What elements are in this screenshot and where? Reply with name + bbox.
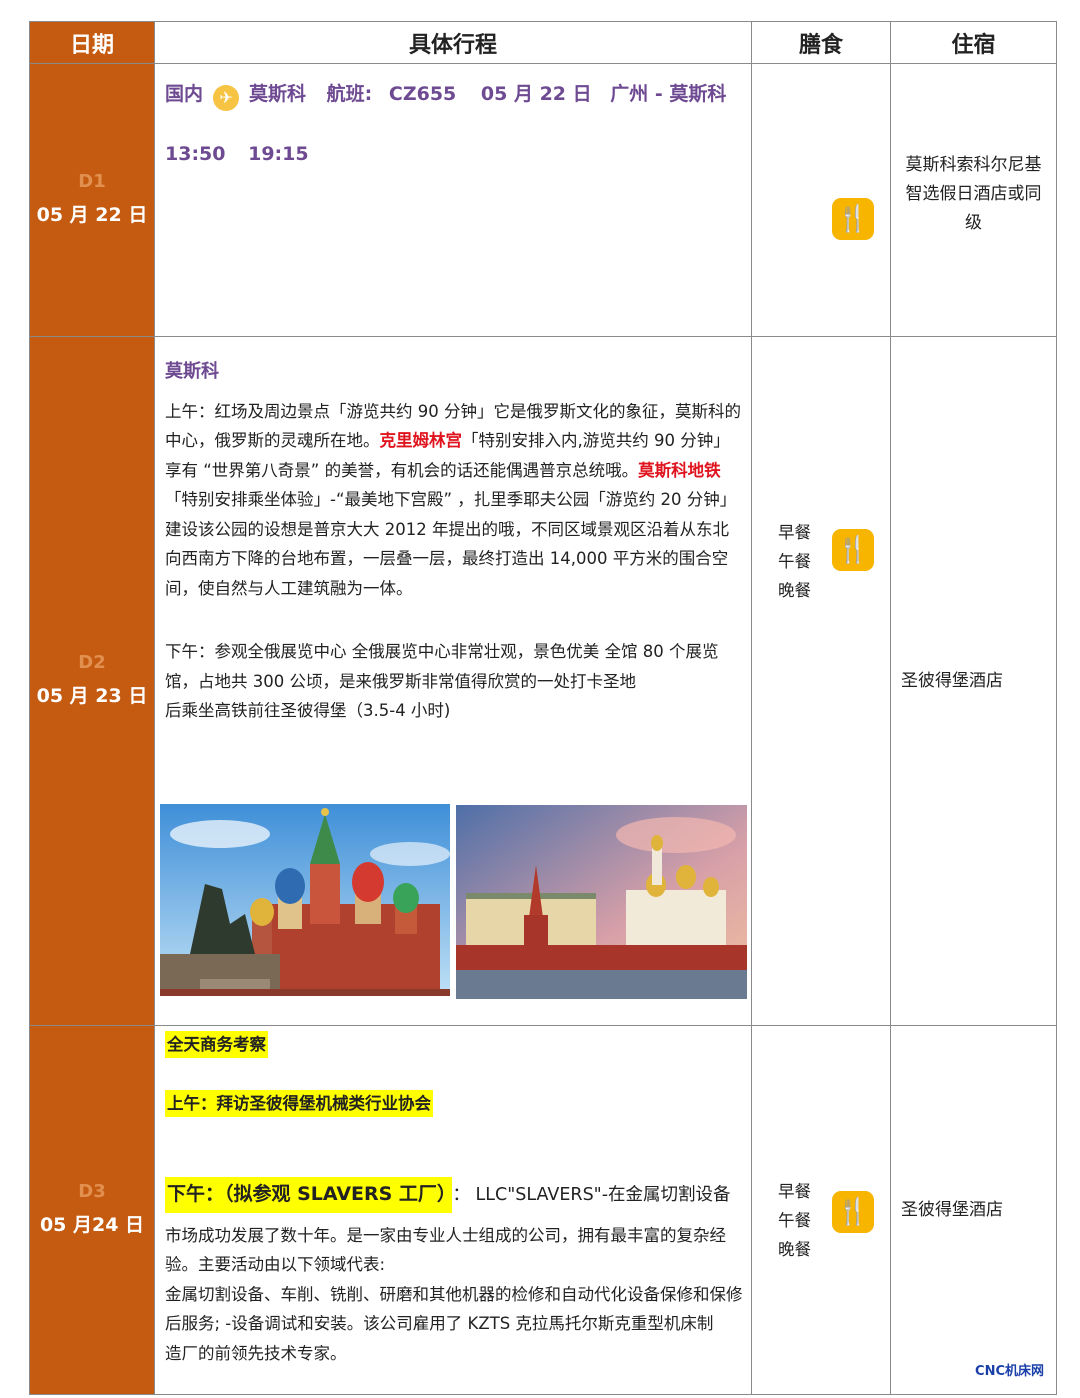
depart-time: 13:50 xyxy=(165,143,226,165)
plan-cell-d2: 莫斯科 上午：红场及周边景点「游览共约 90 分钟」它是俄罗斯文化的象征，莫斯科… xyxy=(154,336,752,1026)
attraction-name: 克里姆林宫 xyxy=(379,431,463,450)
company-description: 市场成功发展了数十年。是一家由专业人士组成的公司，拥有最丰富的复杂经验。主要活动… xyxy=(165,1225,726,1275)
lunch: 午餐 xyxy=(778,552,811,571)
header-meals: 膳食 xyxy=(751,21,891,64)
attraction-name: 莫斯科地铁 xyxy=(638,460,721,480)
flight-route: 广州 - 莫斯科 xyxy=(610,83,727,105)
dinner: 晚餐 xyxy=(778,581,811,600)
flight-destination: 莫斯科 xyxy=(249,83,307,105)
header-hotel: 住宿 xyxy=(890,21,1057,64)
business-tour-heading: 全天商务考察 xyxy=(165,1031,268,1058)
hotel-cell-d2: 圣彼得堡酒店 xyxy=(890,336,1057,1026)
day-label: D1 xyxy=(78,171,106,192)
company-staff: 造厂的前领先技术专家。 xyxy=(165,1343,347,1363)
afternoon-line-1: 下午：参观全俄展览中心 全俄展览中心非常壮观，景色优美 全馆 80 个展览馆，占… xyxy=(165,642,719,691)
fork-knife-icon: 🍴 xyxy=(832,529,874,571)
itinerary-table: 日期 具体行程 膳食 住宿 D1 05 月 22 日 国内 ✈ 莫斯科 航班: CZ… xyxy=(29,21,1057,1395)
header-date: 日期 xyxy=(29,21,155,64)
day-date: 05 月24 日 xyxy=(39,1214,145,1236)
breakfast: 早餐 xyxy=(778,523,811,542)
flight-region: 国内 xyxy=(165,83,204,105)
afternoon-paragraph: 下午：参观全俄展览中心 全俄展览中心非常壮观，景色优美 全馆 80 个展览馆，占… xyxy=(165,637,743,726)
flight-date: 05 月 22 日 xyxy=(480,83,592,105)
company-activities: 金属切割设备、车削、铣削、研磨和其他机器的检修和自动代化设备保修和保修后服务; … xyxy=(165,1284,743,1334)
hotel-cell-d1: 莫斯科索科尔尼基智选假日酒店或同级 xyxy=(890,63,1057,337)
day-row-d3: D3 05 月24 日 全天商务考察 上午：拜访圣彼得堡机械类行业协会 下午：（… xyxy=(29,1025,1057,1395)
flight-number: CZ655 xyxy=(388,83,457,105)
plan-cell-d1: 国内 ✈ 莫斯科 航班: CZ655 05 月 22 日 广州 - 莫斯科 13:5… xyxy=(154,63,752,337)
hotel-cell-d3: 圣彼得堡酒店 xyxy=(890,1025,1057,1395)
meals-cell-d3: 早餐 午餐 晚餐 🍴 xyxy=(751,1025,891,1395)
fork-knife-icon: 🍴 xyxy=(832,1191,874,1233)
fork-knife-icon: 🍴 xyxy=(832,198,874,240)
day-label: D2 xyxy=(78,652,106,673)
paragraph-text: 「特别安排乘坐体验」-“最美地下宫殿” ，扎里季耶夫公园「游览约 20 分钟」建… xyxy=(165,490,737,598)
hotel-name: 圣彼得堡酒店 xyxy=(901,670,1003,691)
meals-cell-d2: 早餐 午餐 晚餐 🍴 xyxy=(751,336,891,1026)
flight-label: 航班: xyxy=(326,83,373,105)
header-itinerary: 具体行程 xyxy=(154,21,752,64)
afternoon-visit-heading: 下午：（拟参观 SLAVERS 工厂） xyxy=(165,1177,453,1213)
meal-list: 早餐 午餐 晚餐 xyxy=(778,518,811,605)
airplane-icon: ✈ xyxy=(213,85,240,111)
dinner: 晚餐 xyxy=(778,1240,811,1259)
hotel-name: 圣彼得堡酒店 xyxy=(901,1199,1003,1220)
lunch: 午餐 xyxy=(778,1211,811,1230)
date-cell-d2: D2 05 月 23 日 xyxy=(29,336,155,1026)
breakfast: 早餐 xyxy=(778,1182,811,1201)
date-cell-d1: D1 05 月 22 日 xyxy=(29,63,155,337)
arrive-time: 19:15 xyxy=(248,143,309,165)
hotel-name: 莫斯科索科尔尼基智选假日酒店或同级 xyxy=(905,154,1042,233)
company-intro: ： LLC"SLAVERS"-在金属切割设备 xyxy=(452,1185,731,1205)
day-date: 05 月 22 日 xyxy=(36,204,148,226)
st-basil-cathedral-photo xyxy=(160,804,450,996)
day-label: D3 xyxy=(78,1181,106,1202)
city-heading: 莫斯科 xyxy=(165,361,219,382)
day-row-d2: D2 05 月 23 日 莫斯科 上午：红场及周边景点「游览共约 90 分钟」它… xyxy=(29,336,1057,1026)
day-date: 05 月 23 日 xyxy=(36,685,148,707)
plan-cell-d3: 全天商务考察 上午：拜访圣彼得堡机械类行业协会 下午：（拟参观 SLAVERS … xyxy=(154,1025,752,1395)
flight-times: 13:50 19:15 xyxy=(165,140,743,170)
morning-paragraph: 上午：红场及周边景点「游览共约 90 分钟」它是俄罗斯文化的象征，莫斯科的中心，… xyxy=(165,397,743,604)
afternoon-visit: 下午：（拟参观 SLAVERS 工厂）： LLC"SLAVERS"-在金属切割设… xyxy=(165,1177,743,1213)
watermark: CNC机床网 xyxy=(975,1364,1044,1379)
flight-info: 国内 ✈ 莫斯科 航班: CZ655 05 月 22 日 广州 - 莫斯科 xyxy=(165,80,743,111)
meal-list: 早餐 午餐 晚餐 xyxy=(778,1177,811,1264)
afternoon-line-2: 后乘坐高铁前往圣彼得堡（3.5-4 小时) xyxy=(165,701,451,720)
day-row-d1: D1 05 月 22 日 国内 ✈ 莫斯科 航班: CZ655 05 月 22 日 … xyxy=(29,63,1057,337)
morning-visit: 上午：拜访圣彼得堡机械类行业协会 xyxy=(165,1089,433,1117)
kremlin-photo xyxy=(456,805,747,999)
header-row: 日期 具体行程 膳食 住宿 xyxy=(29,21,1057,64)
date-cell-d3: D3 05 月24 日 xyxy=(29,1025,155,1395)
meals-cell-d1: 🍴 xyxy=(751,63,891,337)
